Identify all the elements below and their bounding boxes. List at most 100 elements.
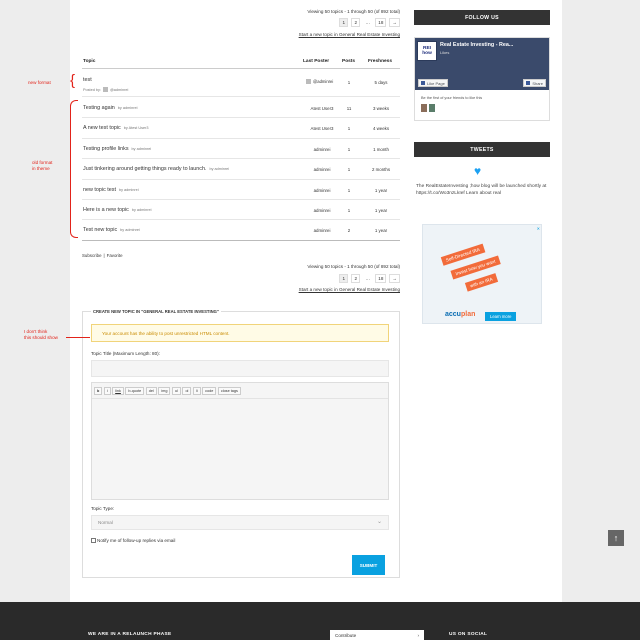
facebook-share-button[interactable]: Share xyxy=(523,79,546,87)
topic-title-link[interactable]: Here is a new topic xyxy=(83,207,129,213)
notify-row: Notify me of follow-up replies via email xyxy=(91,538,175,543)
header-freshness: Freshness xyxy=(368,59,392,64)
topics-header: Topic Last Poster Posts Freshness xyxy=(82,57,400,69)
topic-title-link[interactable]: A new test topic xyxy=(83,125,121,131)
close-tags-button[interactable]: close tags xyxy=(217,387,241,395)
topic-author: by adminrei xyxy=(117,106,138,110)
page-container: Viewing 50 topics - 1 through 50 (of 892… xyxy=(70,0,562,602)
tweet-text[interactable]: The RealEstateInvesting ;how blog will b… xyxy=(416,184,550,197)
italic-button[interactable]: i xyxy=(103,387,111,395)
table-row: Testing profile links by adminrei adminre… xyxy=(82,139,400,160)
viewing-count-bottom: Viewing 50 topics - 1 through 50 (of 892… xyxy=(307,264,400,269)
topic-title-link[interactable]: Test new topic xyxy=(83,227,117,233)
notify-checkbox[interactable] xyxy=(91,538,96,543)
last-poster-link[interactable]: adminrei xyxy=(302,228,342,233)
last-poster-link[interactable]: @adminrei xyxy=(313,79,333,84)
topic-author: by adminrei xyxy=(118,187,139,192)
start-topic-link-top[interactable]: Start a new topic in General Real Estate… xyxy=(299,32,400,37)
topic-type-select[interactable]: Normal ⌄ xyxy=(91,515,389,530)
type-label: Topic Type: xyxy=(91,506,115,511)
freshness-link[interactable]: 1 year xyxy=(366,188,396,193)
page-18-link[interactable]: 18 xyxy=(375,274,387,283)
facebook-like-page-button[interactable]: Like Page xyxy=(418,79,448,87)
facebook-page-title[interactable]: Real Estate Investing - Rea... xyxy=(440,42,513,48)
quicktags-toolbar: b i link b-quote del img ul ol li code c… xyxy=(94,387,241,395)
friend-avatar xyxy=(421,104,427,112)
ol-button[interactable]: ol xyxy=(182,387,192,395)
subscribe-link[interactable]: Subscribe xyxy=(82,253,102,258)
favorite-link[interactable]: Favorite xyxy=(107,253,123,258)
last-poster-link[interactable]: adminrei xyxy=(302,208,342,213)
freshness-link[interactable]: 1 month xyxy=(366,147,396,152)
ad-brand-b: plan xyxy=(460,311,476,318)
author-link[interactable]: @adminrei xyxy=(110,88,128,92)
topic-title-link[interactable]: test xyxy=(83,77,92,83)
blockquote-button[interactable]: b-quote xyxy=(125,387,145,395)
pagination-top: 1 2 … 18 → xyxy=(339,18,400,27)
topic-title-link[interactable]: Testing again xyxy=(83,105,115,111)
start-topic-link-bottom[interactable]: Start a new topic in General Real Estate… xyxy=(299,287,400,292)
table-row: Testing again by adminrei Atest User3 11 … xyxy=(82,98,400,119)
html-notice: Your account has the ability to post unr… xyxy=(91,324,389,342)
topic-title-link[interactable]: Just tinkering around getting things rea… xyxy=(83,166,206,172)
table-row: new topic test by adminrei adminrei 1 1 y… xyxy=(82,180,400,200)
topic-title-link[interactable]: Testing profile links xyxy=(83,146,129,152)
scroll-to-top-button[interactable]: ↑ xyxy=(608,530,624,546)
facebook-likes: Likes xyxy=(440,50,450,55)
pagination-bottom: 1 2 … 18 → xyxy=(339,274,400,283)
freshness-link[interactable]: 5 days xyxy=(366,80,396,85)
last-poster-link[interactable]: Atest User3 xyxy=(302,126,342,131)
topic-title-input[interactable] xyxy=(91,360,389,377)
topic-type-value: Normal xyxy=(98,520,113,525)
ad-close-icon[interactable]: ✕ xyxy=(537,226,540,231)
posted-by-label: Posted by: xyxy=(83,87,101,92)
follow-us-heading: FOLLOW US xyxy=(414,10,550,25)
posted-by: Posted by: @adminrei xyxy=(83,87,128,92)
next-page-arrow[interactable]: → xyxy=(389,274,400,283)
del-button[interactable]: del xyxy=(145,387,157,395)
submit-button[interactable]: SUBMIT xyxy=(352,555,385,575)
freshness-link[interactable]: 2 months xyxy=(366,167,396,172)
freshness-link[interactable]: 4 weeks xyxy=(366,126,396,131)
link-button[interactable]: link xyxy=(112,387,124,395)
header-topic: Topic xyxy=(83,59,96,64)
page-18-link[interactable]: 18 xyxy=(375,18,387,27)
next-page-arrow[interactable]: → xyxy=(389,18,400,27)
footer-social-heading: US ON SOCIAL xyxy=(449,632,488,637)
subscribe-bar: Subscribe | Favorite xyxy=(82,253,123,258)
twitter-bird-icon: ♥ xyxy=(474,164,482,178)
like-page-label: Like Page xyxy=(427,80,445,86)
bold-button[interactable]: b xyxy=(94,387,103,395)
topic-content-textarea[interactable] xyxy=(92,398,388,499)
freshness-link[interactable]: 3 weeks xyxy=(366,106,396,111)
last-poster-link[interactable]: Atest User3 xyxy=(302,106,342,111)
ul-button[interactable]: ul xyxy=(171,387,181,395)
annotation-arrow-line xyxy=(66,337,90,338)
topic-title-link[interactable]: new topic test xyxy=(83,187,116,193)
rei-logo: REI how xyxy=(417,41,437,61)
accuplan-logo: accuplan xyxy=(445,311,475,318)
footer-contribute-item[interactable]: Contribute › xyxy=(330,630,424,640)
last-poster-link[interactable]: adminrei xyxy=(302,188,342,193)
page-1-link[interactable]: 1 xyxy=(339,18,349,27)
accuplan-ad[interactable]: ✕ Self-Directed IRA Invest how you want … xyxy=(422,224,542,324)
img-button[interactable]: img xyxy=(158,387,171,395)
posts-count: 1 xyxy=(347,167,351,173)
last-poster-link[interactable]: adminrei xyxy=(302,167,342,172)
page-1-link[interactable]: 1 xyxy=(339,274,349,283)
last-poster-link[interactable]: adminrei xyxy=(302,147,342,152)
page-2-link[interactable]: 2 xyxy=(351,18,361,27)
freshness-link[interactable]: 1 year xyxy=(366,228,396,233)
ad-banner-group: Self-Directed IRA Invest how you want wi… xyxy=(426,231,539,317)
code-button[interactable]: code xyxy=(202,387,217,395)
posts-count: 1 xyxy=(347,146,351,152)
ad-learn-more-button[interactable]: Learn more xyxy=(485,312,517,321)
freshness-link[interactable]: 1 year xyxy=(366,208,396,213)
page-ellipsis: … xyxy=(363,274,373,283)
annotation-old-line-1: old format xyxy=(32,160,53,165)
li-button[interactable]: li xyxy=(192,387,201,395)
form-legend: CREATE NEW TOPIC IN "GENERAL REAL ESTATE… xyxy=(91,309,221,314)
page-2-link[interactable]: 2 xyxy=(351,274,361,283)
annotation-dont-line-2: this should show xyxy=(24,334,58,340)
content-editor: b i link b-quote del img ul ol li code c… xyxy=(91,382,389,500)
